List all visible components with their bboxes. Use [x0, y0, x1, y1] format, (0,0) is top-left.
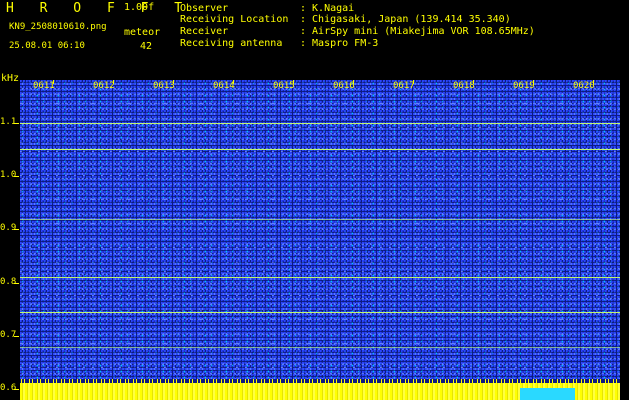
- meteor-count: 42: [140, 41, 153, 52]
- x-tick-mark: [53, 80, 54, 84]
- x-tick-label: 0614: [213, 81, 235, 91]
- meteor-label: meteor: [124, 27, 161, 38]
- x-tick-label: 0615: [273, 81, 295, 91]
- signal-line: [20, 346, 620, 348]
- signal-line: [20, 149, 620, 151]
- info-value-receiver: : AirSpy mini (Miakejima VOR 108.65MHz): [300, 26, 535, 37]
- y-tick-mark: [14, 122, 19, 124]
- x-tick-label: 0618: [453, 81, 475, 91]
- info-value-location: : Chigasaki, Japan (139.414 35.340): [300, 14, 511, 25]
- x-tick-mark: [533, 80, 534, 84]
- y-axis-unit: kHz: [1, 73, 20, 84]
- x-tick-label: 0620: [573, 81, 595, 91]
- spectrogram-plot: [20, 80, 620, 400]
- x-tick-mark: [173, 80, 174, 84]
- info-key-receiver: Receiver: [180, 26, 229, 37]
- y-tick-mark: [14, 229, 19, 231]
- info-key-antenna: Receiving antenna: [180, 38, 283, 49]
- x-tick-label: 0616: [333, 81, 355, 91]
- header-panel: H R O F F T 1.00f KN9_2508010610.png met…: [0, 0, 629, 72]
- noise-floor-cyan: [520, 388, 575, 400]
- signal-line: [20, 277, 620, 279]
- info-value-antenna: : Maspro FM-3: [300, 38, 379, 49]
- info-key-location: Receiving Location: [180, 14, 289, 25]
- y-tick-mark: [14, 389, 19, 391]
- x-tick-mark: [473, 80, 474, 84]
- x-tick-label: 0619: [513, 81, 535, 91]
- signal-line: [20, 312, 620, 313]
- signal-line: [20, 122, 620, 124]
- info-value-observer: : K.Nagai: [300, 3, 355, 14]
- x-tick-label: 0611: [33, 81, 55, 91]
- x-tick-label: 0613: [153, 81, 175, 91]
- x-tick-label: 0612: [93, 81, 115, 91]
- x-tick-mark: [413, 80, 414, 84]
- y-tick-mark: [14, 282, 19, 284]
- datetime-label: 25.08.01 06:10: [9, 41, 85, 51]
- signal-line: [20, 218, 620, 220]
- x-tick-mark: [593, 80, 594, 84]
- x-tick-mark: [353, 80, 354, 84]
- x-tick-label: 0617: [393, 81, 415, 91]
- filename-label: KN9_2508010610.png: [9, 22, 107, 32]
- info-key-observer: Observer: [180, 3, 229, 14]
- y-tick-mark: [14, 336, 19, 337]
- x-tick-mark: [113, 80, 114, 84]
- x-tick-mark: [293, 80, 294, 84]
- app-title: H R O F F T: [6, 1, 192, 16]
- y-tick-mark: [14, 176, 19, 177]
- x-tick-mark: [233, 80, 234, 84]
- version-label: 1.00f: [124, 2, 155, 13]
